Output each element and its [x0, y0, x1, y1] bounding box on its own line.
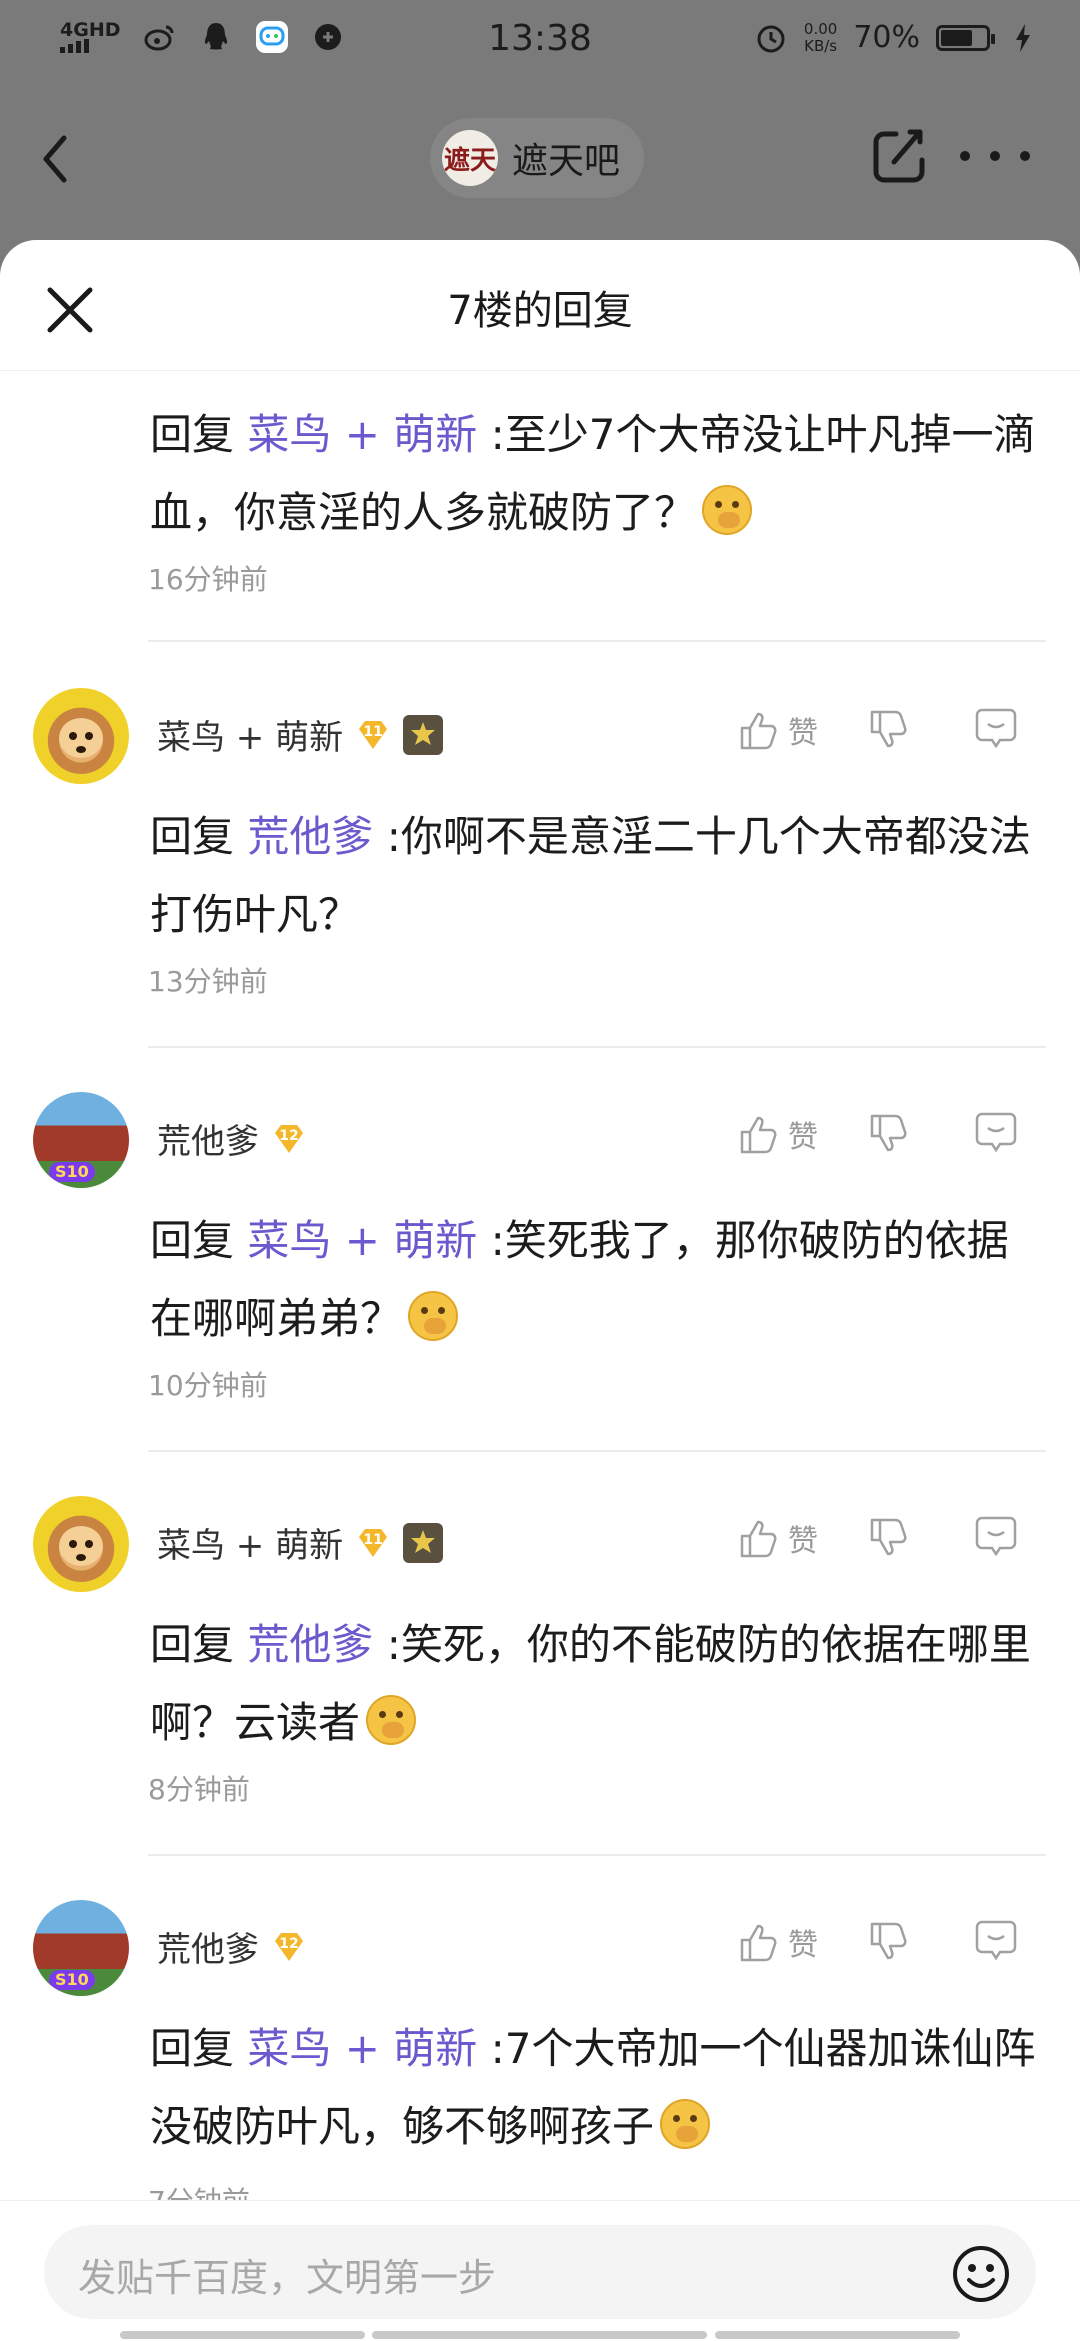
emoji-icon: [702, 485, 753, 535]
like-button[interactable]: 赞: [736, 708, 866, 752]
reply-time: 8分钟前: [148, 1773, 250, 1806]
status-bar: 4GHD 13:38 0.00 KB/s 70%: [0, 0, 1080, 84]
sheet-header: 7楼的回复: [0, 240, 1080, 371]
gesture-bar: [715, 2331, 960, 2339]
more-dot: [990, 151, 1000, 161]
avatar[interactable]: S10: [33, 1092, 129, 1188]
more-dot: [1020, 151, 1030, 161]
reply-input-placeholder: 发贴千百度，文明第一步: [78, 2256, 497, 2300]
dislike-button[interactable]: [866, 1920, 946, 1964]
reply-actions: 赞: [736, 1514, 1018, 1562]
reply-actions: 赞: [736, 706, 1018, 754]
reply-time: 16分钟前: [148, 563, 268, 596]
avatar[interactable]: S10: [33, 1900, 129, 1996]
thumbs-up-icon: [740, 712, 777, 750]
username[interactable]: 菜鸟 + 萌新: [157, 1518, 343, 1567]
network-speed: 0.00 KB/s: [803, 19, 838, 55]
comment-button[interactable]: [974, 1110, 1018, 1158]
sheet-title: 7楼的回复: [447, 288, 633, 334]
username-row: 菜鸟 + 萌新 11: [157, 710, 444, 759]
edit-button[interactable]: [868, 124, 928, 188]
emoji-button[interactable]: [952, 2245, 1010, 2303]
comment-icon: [975, 1112, 1017, 1153]
forum-logo: 遮天: [442, 130, 498, 186]
chevron-left-icon: [43, 135, 67, 183]
charging-icon: [1006, 21, 1040, 55]
emoji-icon: [366, 1695, 417, 1745]
like-button[interactable]: 赞: [736, 1920, 866, 1964]
back-button[interactable]: [40, 119, 90, 199]
username-row: 菜鸟 + 萌新 11: [157, 1518, 444, 1567]
alarm-icon: [754, 21, 788, 55]
username[interactable]: 荒他爹: [157, 1114, 259, 1163]
mention-link[interactable]: 荒他爹: [247, 812, 373, 861]
battery-percent: 70%: [853, 20, 920, 55]
username[interactable]: 菜鸟 + 萌新: [157, 710, 343, 759]
comment-icon: [975, 1920, 1017, 1961]
comment-icon: [975, 708, 1017, 749]
top-bar: 遮天 遮天吧: [0, 84, 1080, 234]
dislike-button[interactable]: [866, 1112, 946, 1156]
gesture-bar: [372, 2331, 707, 2339]
username[interactable]: 荒他爹: [157, 1922, 259, 1971]
thumbs-down-icon: [870, 1518, 907, 1556]
composer-bar: 发贴千百度，文明第一步: [0, 2200, 1080, 2341]
more-dot: [960, 151, 970, 161]
mention-link[interactable]: 菜鸟 + 萌新: [247, 1216, 477, 1265]
level-badge: 11: [355, 717, 391, 753]
emoji-icon: [408, 1291, 459, 1341]
smiley-icon: [953, 2246, 1009, 2302]
medal-icon: [403, 1522, 444, 1563]
level-badge: 12: [271, 1121, 307, 1157]
thumbs-down-icon: [870, 710, 907, 748]
edit-icon: [873, 129, 925, 183]
like-button[interactable]: 赞: [736, 1112, 866, 1156]
comment-button[interactable]: [974, 1514, 1018, 1562]
divider: [148, 1854, 1046, 1856]
emoji-icon: [660, 2099, 711, 2149]
like-button[interactable]: 赞: [736, 1516, 866, 1560]
reply-text: 回复 菜鸟 + 萌新 :至少7个大帝没让叶凡掉一滴血，你意淫的人多就破防了？: [150, 410, 1036, 537]
mention-link[interactable]: 荒他爹: [247, 1620, 373, 1669]
comment-button[interactable]: [974, 706, 1018, 754]
thumbs-up-icon: [740, 1924, 777, 1962]
comment-icon: [975, 1516, 1017, 1557]
username-row: 荒他爹 12: [157, 1114, 307, 1163]
reply-text: 回复 菜鸟 + 萌新 :7个大帝加一个仙器加诛仙阵没破防叶凡，够不够啊孩子: [150, 2024, 1036, 2151]
level-badge: 11: [355, 1525, 391, 1561]
reply-text: 回复 菜鸟 + 萌新 :笑死我了，那你破防的依据在哪啊弟弟？: [150, 1216, 1009, 1343]
reply-text: 回复 荒他爹 :你啊不是意淫二十几个大帝都没法打伤叶凡？: [150, 812, 1031, 939]
username-row: 荒他爹 12: [157, 1922, 307, 1971]
more-button[interactable]: [960, 124, 1030, 188]
reply-time: 10分钟前: [148, 1369, 268, 1402]
forum-entry[interactable]: 遮天 遮天吧: [430, 118, 645, 198]
mention-link[interactable]: 菜鸟 + 萌新: [247, 2024, 477, 2073]
reply-time: 13分钟前: [148, 965, 268, 998]
thumbs-down-icon: [870, 1922, 907, 1960]
reply-sheet: 7楼的回复 回复 菜鸟 + 萌新 :至少7个大帝没让叶凡掉一滴血，你意淫的人多就…: [0, 240, 1080, 2340]
avatar[interactable]: [33, 1496, 129, 1592]
reply-input[interactable]: 发贴千百度，文明第一步: [44, 2225, 1036, 2319]
level-badge: 12: [271, 1929, 307, 1965]
divider: [148, 1450, 1046, 1452]
gesture-bar: [120, 2331, 365, 2339]
battery-icon: [936, 24, 995, 51]
medal-icon: [403, 714, 444, 755]
thumbs-up-icon: [740, 1520, 777, 1558]
divider: [148, 640, 1046, 642]
mention-link[interactable]: 菜鸟 + 萌新: [247, 410, 477, 459]
avatar[interactable]: [33, 688, 129, 784]
reply-text: 回复 荒他爹 :笑死，你的不能破防的依据在哪里啊？云读者: [150, 1620, 1031, 1747]
comment-button[interactable]: [974, 1918, 1018, 1966]
forum-name: 遮天吧: [512, 141, 621, 182]
divider: [148, 1046, 1046, 1048]
dislike-button[interactable]: [866, 708, 946, 752]
dislike-button[interactable]: [866, 1516, 946, 1560]
thumbs-up-icon: [740, 1116, 777, 1154]
reply-actions: 赞: [736, 1110, 1018, 1158]
thumbs-down-icon: [870, 1114, 907, 1152]
reply-actions: 赞: [736, 1918, 1018, 1966]
